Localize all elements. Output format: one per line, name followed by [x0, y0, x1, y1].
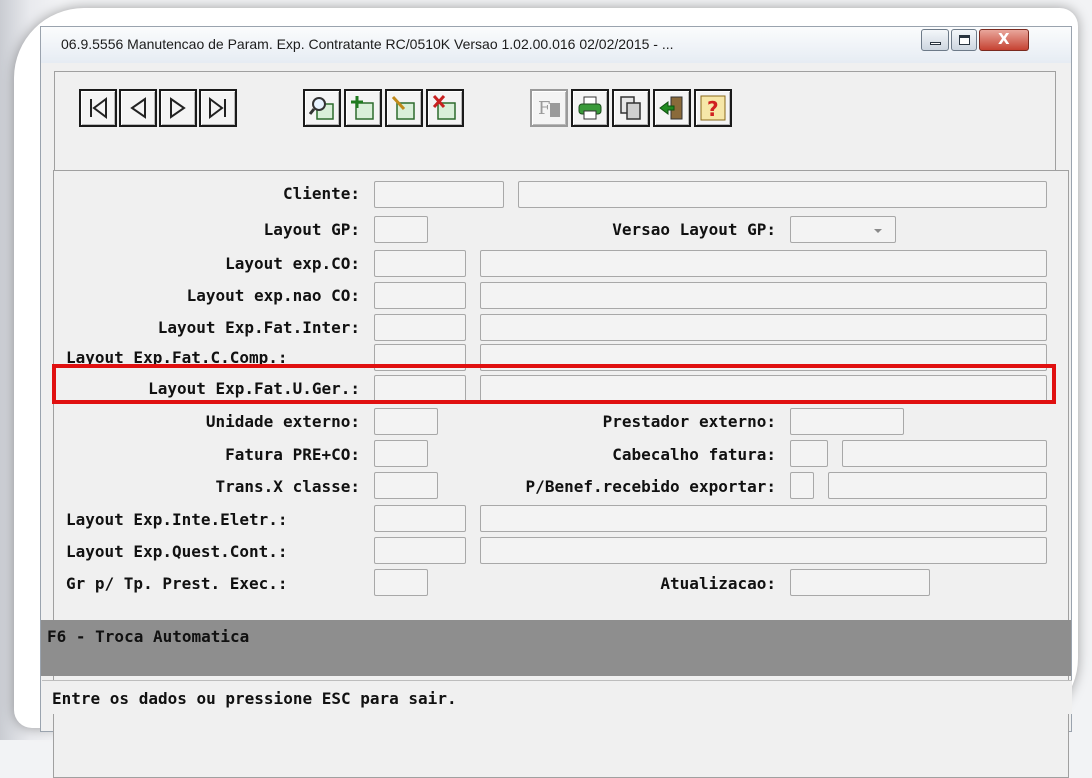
layout-exp-co-label: Layout exp.CO: [225, 254, 360, 273]
atualizacao-field[interactable] [790, 569, 930, 596]
versao-layout-gp-select[interactable] [790, 216, 896, 243]
toolbar: F ? [54, 71, 1056, 171]
layout-exp-fat-inter-desc-field[interactable] [480, 314, 1047, 341]
fatura-pre-co-label: Fatura PRE+CO: [225, 445, 360, 464]
delete-record-icon [432, 94, 456, 120]
layout-exp-nao-co-code-field[interactable] [374, 282, 466, 309]
fatura-pre-co-field[interactable] [374, 440, 428, 467]
maximize-button[interactable] [951, 29, 977, 51]
layout-exp-fat-u-ger-code-field[interactable] [374, 375, 466, 402]
edit-record-button[interactable] [385, 89, 423, 127]
svg-text:?: ? [707, 97, 719, 121]
trans-x-classe-field[interactable] [374, 472, 438, 499]
copy-icon [620, 96, 641, 120]
minimize-button[interactable] [921, 29, 949, 51]
close-button[interactable]: X [979, 29, 1029, 51]
maximize-icon [959, 35, 970, 45]
delete-record-button[interactable] [426, 89, 464, 127]
help-button[interactable]: ? [694, 89, 732, 127]
p-benef-recebido-exportar-code-field[interactable] [790, 472, 814, 499]
layout-exp-fat-u-ger-desc-field[interactable] [480, 375, 1047, 402]
gr-tp-prest-exec-label: Gr p/ Tp. Prest. Exec.: [66, 574, 288, 593]
layout-exp-quest-cont-desc-field[interactable] [480, 537, 1047, 564]
minimize-icon [930, 42, 941, 45]
layout-gp-field[interactable] [374, 216, 428, 243]
cabecalho-fatura-label: Cabecalho fatura: [612, 445, 776, 464]
exit-button[interactable] [653, 89, 691, 127]
layout-exp-fat-c-comp-code-field[interactable] [374, 344, 466, 371]
layout-exp-fat-inter-label: Layout Exp.Fat.Inter: [157, 318, 360, 337]
layout-exp-nao-co-label: Layout exp.nao CO: [186, 286, 360, 305]
layout-exp-inte-eletr-desc-field[interactable] [480, 505, 1047, 532]
unidade-externo-field[interactable] [374, 408, 438, 435]
first-record-icon [90, 97, 107, 119]
cliente-code-field[interactable] [374, 181, 504, 208]
status-message: Entre os dados ou pressione ESC para sai… [52, 689, 457, 708]
filter-icon: F [538, 98, 560, 119]
add-record-button[interactable] [344, 89, 382, 127]
prestador-externo-field[interactable] [790, 408, 904, 435]
add-record-icon [351, 96, 374, 120]
gr-tp-prest-exec-field[interactable] [374, 569, 428, 596]
edit-record-icon [391, 95, 415, 120]
title-bar: 06.9.5556 Manutencao de Param. Exp. Cont… [41, 27, 1071, 63]
versao-layout-gp-label: Versao Layout GP: [612, 220, 776, 239]
print-icon [578, 96, 602, 120]
cabecalho-fatura-code-field[interactable] [790, 440, 828, 467]
help-icon: ? [700, 95, 726, 121]
prestador-externo-label: Prestador externo: [602, 412, 776, 431]
last-record-button[interactable] [199, 89, 237, 127]
layout-exp-inte-eletr-label: Layout Exp.Inte.Eletr.: [66, 510, 288, 529]
layout-exp-co-desc-field[interactable] [480, 250, 1047, 277]
atualizacao-label: Atualizacao: [660, 574, 776, 593]
layout-exp-fat-c-comp-desc-field[interactable] [480, 344, 1047, 371]
trans-x-classe-label: Trans.X classe: [215, 477, 361, 496]
cliente-name-field[interactable] [518, 181, 1047, 208]
chevron-down-icon [874, 229, 882, 233]
close-icon: X [998, 30, 1010, 48]
cabecalho-fatura-desc-field[interactable] [842, 440, 1047, 467]
search-icon [308, 97, 334, 120]
f6-hint: F6 - Troca Automatica [47, 627, 250, 646]
next-record-button[interactable] [159, 89, 197, 127]
svg-text:F: F [538, 98, 551, 119]
layout-exp-fat-inter-code-field[interactable] [374, 314, 466, 341]
p-benef-recebido-exportar-desc-field[interactable] [828, 472, 1047, 499]
previous-record-icon [130, 97, 146, 119]
first-record-button[interactable] [79, 89, 117, 127]
layout-exp-quest-cont-label: Layout Exp.Quest.Cont.: [66, 542, 288, 561]
search-button[interactable] [303, 89, 341, 127]
window-title: 06.9.5556 Manutencao de Param. Exp. Cont… [61, 36, 674, 52]
layout-exp-nao-co-desc-field[interactable] [480, 282, 1047, 309]
layout-exp-fat-c-comp-label: Layout Exp.Fat.C.Comp.: [66, 348, 288, 367]
print-button[interactable] [571, 89, 609, 127]
exit-icon [659, 96, 683, 120]
copy-button[interactable] [612, 89, 650, 127]
layout-exp-co-code-field[interactable] [374, 250, 466, 277]
layout-gp-label: Layout GP: [263, 220, 360, 239]
next-record-icon [170, 97, 186, 119]
last-record-icon [209, 97, 226, 119]
layout-exp-quest-cont-code-field[interactable] [374, 537, 466, 564]
previous-record-button[interactable] [119, 89, 157, 127]
p-benef-recebido-exportar-label: P/Benef.recebido exportar: [525, 477, 776, 496]
filter-button[interactable]: F [530, 89, 568, 127]
cliente-label: Cliente: [282, 184, 360, 203]
unidade-externo-label: Unidade externo: [205, 412, 360, 431]
layout-exp-inte-eletr-code-field[interactable] [374, 505, 466, 532]
layout-exp-fat-u-ger-label: Layout Exp.Fat.U.Ger.: [148, 379, 360, 398]
